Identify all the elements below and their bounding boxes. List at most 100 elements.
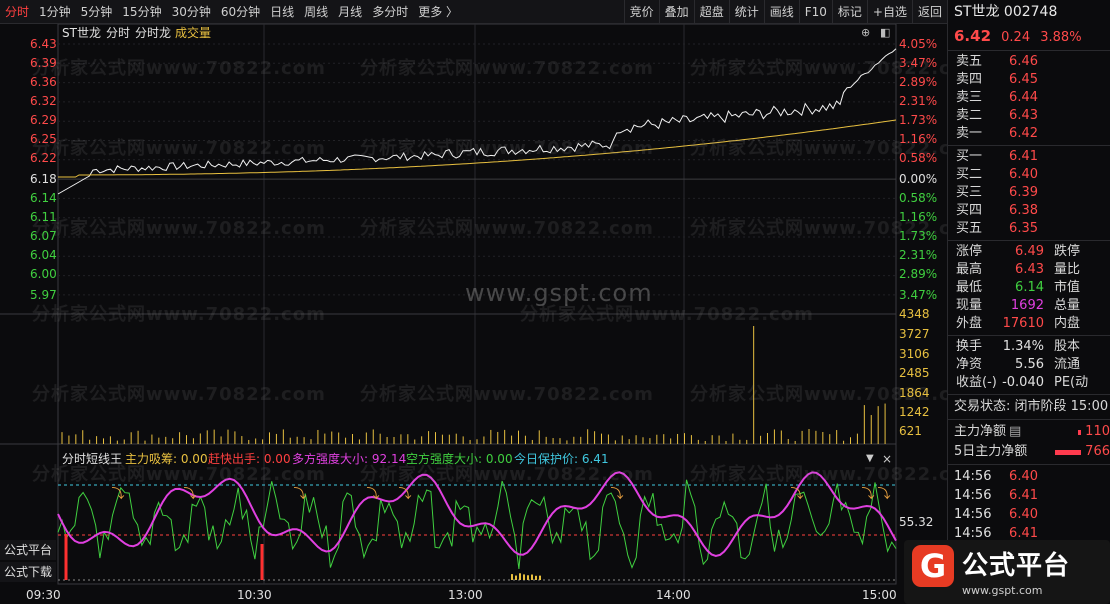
signal-marker: ⤵ — [398, 487, 411, 502]
stat-label: 流通 — [1054, 357, 1081, 372]
volume-tick: 2485 — [899, 366, 930, 380]
stat-label: 净资 — [956, 357, 983, 372]
signal-marker: ⤵ — [861, 487, 874, 502]
flow-value: 766 — [1085, 444, 1110, 459]
chart-volume-label[interactable]: 成交量 — [175, 26, 211, 40]
logo-title: 公式平台 — [962, 551, 1071, 581]
stat-value: 5.56 — [1015, 357, 1044, 372]
ask-row[interactable]: 卖二 6.43 — [948, 107, 1110, 125]
period-5min[interactable]: 5分钟 — [76, 0, 118, 24]
period-1min[interactable]: 1分钟 — [34, 0, 76, 24]
stat-label: 换手 — [956, 339, 983, 354]
price-tick: 6.39 — [30, 56, 57, 70]
formula-platform-button[interactable]: 公式平台 — [0, 540, 56, 560]
signal-marker: ⤵ — [366, 487, 379, 502]
period-more[interactable]: 更多 〉 — [413, 0, 463, 24]
divider — [948, 335, 1110, 336]
stat-label: 收益(-) — [956, 375, 997, 390]
time-tick: 10:30 — [237, 588, 272, 602]
signal-marker: ⤵ — [293, 487, 306, 502]
bid-row[interactable]: 买一 6.41 — [948, 148, 1110, 166]
stat-value: 6.49 — [1015, 244, 1044, 259]
ask-label: 卖三 — [956, 90, 983, 105]
bid-label: 买五 — [956, 221, 983, 236]
price-tick: 6.29 — [30, 113, 57, 127]
period-15min[interactable]: 15分钟 — [117, 0, 166, 24]
watermark: 分析家公式网www.70822.com — [32, 304, 326, 325]
bid-row[interactable]: 买五 6.35 — [948, 220, 1110, 238]
dropdown-icon[interactable]: ▼ — [866, 452, 874, 466]
pct-tick: 4.05% — [899, 37, 938, 51]
time-tick: 09:30 — [26, 588, 61, 602]
bid-label: 买三 — [956, 185, 983, 200]
bid-label: 买四 — [956, 203, 983, 218]
pct-tick: 1.73% — [899, 113, 938, 127]
chart-indicator-label[interactable]: 分时龙 — [135, 26, 171, 40]
pct-tick: 0.00% — [899, 172, 938, 186]
stat-label: 股本 — [1054, 339, 1081, 354]
period-weekly[interactable]: 周线 — [299, 0, 333, 24]
chart-mode-label[interactable]: 分时 — [106, 26, 130, 40]
formula-download-button[interactable]: 公式下载 — [0, 562, 56, 582]
price-tick: 6.18 — [30, 172, 57, 186]
draw-line-button[interactable]: 画线 — [763, 0, 799, 24]
price-tick: 6.22 — [30, 151, 57, 165]
stat-row: 外盘 17610 内盘 — [948, 315, 1110, 333]
add-favorite-button[interactable]: +自选 — [866, 0, 912, 24]
pct-tick: 2.31% — [899, 94, 938, 108]
price-tick: 6.25 — [30, 132, 57, 146]
flow-value: 110 — [1085, 424, 1110, 439]
price-tick: 6.04 — [30, 248, 57, 262]
bid-row[interactable]: 买四 6.38 — [948, 202, 1110, 220]
trading-app: 分时 1分钟 5分钟 15分钟 30分钟 60分钟 日线 周线 月线 多分时 更… — [0, 0, 1110, 604]
period-monthly[interactable]: 月线 — [333, 0, 367, 24]
mark-button[interactable]: 标记 — [831, 0, 867, 24]
super-panel-button[interactable]: 超盘 — [693, 0, 729, 24]
back-button[interactable]: 返回 — [911, 0, 947, 24]
stat-label: 跌停 — [1054, 244, 1081, 259]
ask-row[interactable]: 卖一 6.42 — [948, 125, 1110, 143]
overlay-button[interactable]: 叠加 — [658, 0, 694, 24]
ask-row[interactable]: 卖五 6.46 — [948, 53, 1110, 71]
stat-value: 17610 — [1002, 316, 1044, 331]
stats-button[interactable]: 统计 — [728, 0, 764, 24]
zoom-icon[interactable]: ⊕ — [861, 26, 870, 40]
period-30min[interactable]: 30分钟 — [167, 0, 216, 24]
stat-row: 净资 5.56 流通 — [948, 356, 1110, 374]
bid-row[interactable]: 买二 6.40 — [948, 166, 1110, 184]
watermark: 分析家公式网www.70822.com — [690, 138, 984, 159]
watermark: 分析家公式网www.70822.com — [32, 218, 326, 239]
quote-price-row: 6.42 0.24 3.88% — [948, 24, 1110, 48]
period-intraday[interactable]: 分时 — [0, 0, 34, 24]
period-daily[interactable]: 日线 — [265, 0, 299, 24]
stat-label: 总量 — [1054, 298, 1081, 313]
flow-bar — [1055, 449, 1082, 455]
divider — [948, 50, 1110, 51]
trade-price: 6.41 — [1009, 488, 1038, 503]
ask-row[interactable]: 卖四 6.45 — [948, 71, 1110, 89]
period-multi-intraday[interactable]: 多分时 — [367, 0, 413, 24]
ask-label: 卖二 — [956, 108, 983, 123]
ask-row[interactable]: 卖三 6.44 — [948, 89, 1110, 107]
bid-row[interactable]: 买三 6.39 — [948, 184, 1110, 202]
stat-label: 最高 — [956, 262, 983, 277]
close-icon[interactable]: × — [882, 452, 892, 466]
expand-icon[interactable]: ◧ — [880, 26, 890, 40]
table-icon[interactable]: ▤ — [1009, 422, 1021, 442]
stat-row: 最高 6.43 量比 — [948, 261, 1110, 279]
price-tick: 6.00 — [30, 267, 57, 281]
main-net-flow[interactable]: 主力净额 ▤ 110 — [948, 422, 1110, 442]
signal-marker: ⤵ — [111, 487, 124, 502]
price-tick: 6.32 — [30, 94, 57, 108]
logo-mark: G — [912, 545, 954, 587]
intraday-chart-area[interactable]: ⤵ ⤵ ⤵ ⤵ ⤵ ⤵ ⤵ ⤵ ⤵ 分析家公式网www.70822.com 分析家公式网www.… — [0, 24, 983, 604]
indicator-name[interactable]: 分时短线王 — [62, 452, 122, 466]
auction-button[interactable]: 竞价 — [623, 0, 659, 24]
stat-row: 现量 1692 总量 — [948, 297, 1110, 315]
f10-button[interactable]: F10 — [798, 0, 832, 24]
stock-code: 002748 — [1003, 4, 1058, 20]
trade-time: 14:56 — [954, 507, 992, 522]
period-60min[interactable]: 60分钟 — [216, 0, 265, 24]
divider — [948, 145, 1110, 146]
five-day-net-flow[interactable]: 5日主力净额 766 — [948, 442, 1110, 462]
